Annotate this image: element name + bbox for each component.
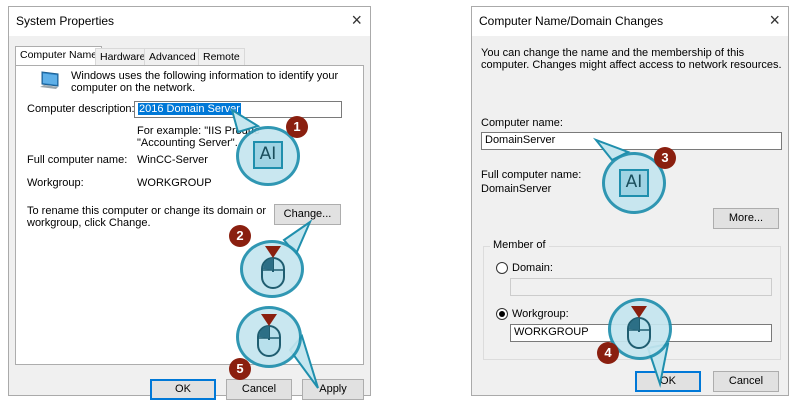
workgroup-radio[interactable] (496, 308, 508, 320)
mouse-click-icon (254, 312, 284, 358)
cancel-button[interactable]: Cancel (226, 379, 292, 400)
rename-text-1: To rename this computer or change its do… (27, 205, 267, 217)
cancel-button[interactable]: Cancel (713, 371, 779, 392)
example-text-2: "Accounting Server". (137, 137, 238, 149)
full-computer-name-label: Full computer name: (27, 154, 128, 166)
example-text-1: For example: "IIS Produc (137, 125, 260, 137)
mouse-click-icon (258, 244, 288, 290)
domain-field[interactable] (510, 278, 772, 296)
ok-button[interactable]: OK (150, 379, 216, 400)
tab-advanced[interactable]: Advanced (144, 48, 201, 66)
intro-text-2: computer. Changes might affect access to… (481, 59, 782, 71)
selected-text: 2016 Domain Server (138, 103, 241, 115)
step-badge-3: 3 (654, 147, 676, 169)
workgroup-value: WORKGROUP (137, 177, 212, 189)
computer-icon (37, 69, 61, 93)
intro-text-1: You can change the name and the membersh… (481, 47, 745, 59)
computer-description-label: Computer description: (27, 103, 135, 115)
workgroup-label: Workgroup: (512, 308, 569, 320)
tab-hardware[interactable]: Hardware (95, 48, 151, 66)
close-icon[interactable]: × (769, 10, 780, 30)
mouse-click-icon (624, 304, 654, 350)
domain-radio[interactable] (496, 262, 508, 274)
change-button[interactable]: Change... (274, 204, 341, 225)
step-badge-4: 4 (597, 342, 619, 364)
system-properties-dialog: System Properties × Computer Name Hardwa… (8, 6, 371, 400)
full-computer-name-label: Full computer name: (481, 169, 582, 181)
rename-text-2: workgroup, click Change. (27, 217, 151, 229)
computer-name-field[interactable]: DomainServer (481, 132, 782, 150)
tab-computer-name[interactable]: Computer Name (15, 46, 103, 66)
computer-description-field[interactable]: 2016 Domain Server (134, 101, 342, 118)
step-badge-5: 5 (229, 358, 251, 380)
dialog-title: Computer Name/Domain Changes (479, 14, 664, 28)
more-button[interactable]: More... (713, 208, 779, 229)
workgroup-label: Workgroup: (27, 177, 84, 189)
step-badge-2: 2 (229, 225, 251, 247)
full-computer-name-value: DomainServer (481, 183, 552, 195)
title-bar: System Properties × (9, 7, 370, 36)
info-text: Windows uses the following information t… (71, 70, 339, 94)
text-cursor-icon: AI (253, 141, 283, 169)
computer-name-label: Computer name: (481, 117, 563, 129)
step-badge-1: 1 (286, 116, 308, 138)
ok-button[interactable]: OK (635, 371, 701, 392)
tab-remote[interactable]: Remote (198, 48, 245, 66)
full-computer-name-value: WinCC-Server (137, 154, 208, 166)
domain-label: Domain: (512, 262, 553, 274)
dialog-title: System Properties (16, 14, 115, 28)
apply-button[interactable]: Apply (302, 379, 364, 400)
title-bar: Computer Name/Domain Changes × (472, 7, 788, 36)
text-cursor-icon: AI (619, 169, 649, 197)
close-icon[interactable]: × (351, 10, 362, 30)
member-of-label: Member of (490, 239, 549, 251)
